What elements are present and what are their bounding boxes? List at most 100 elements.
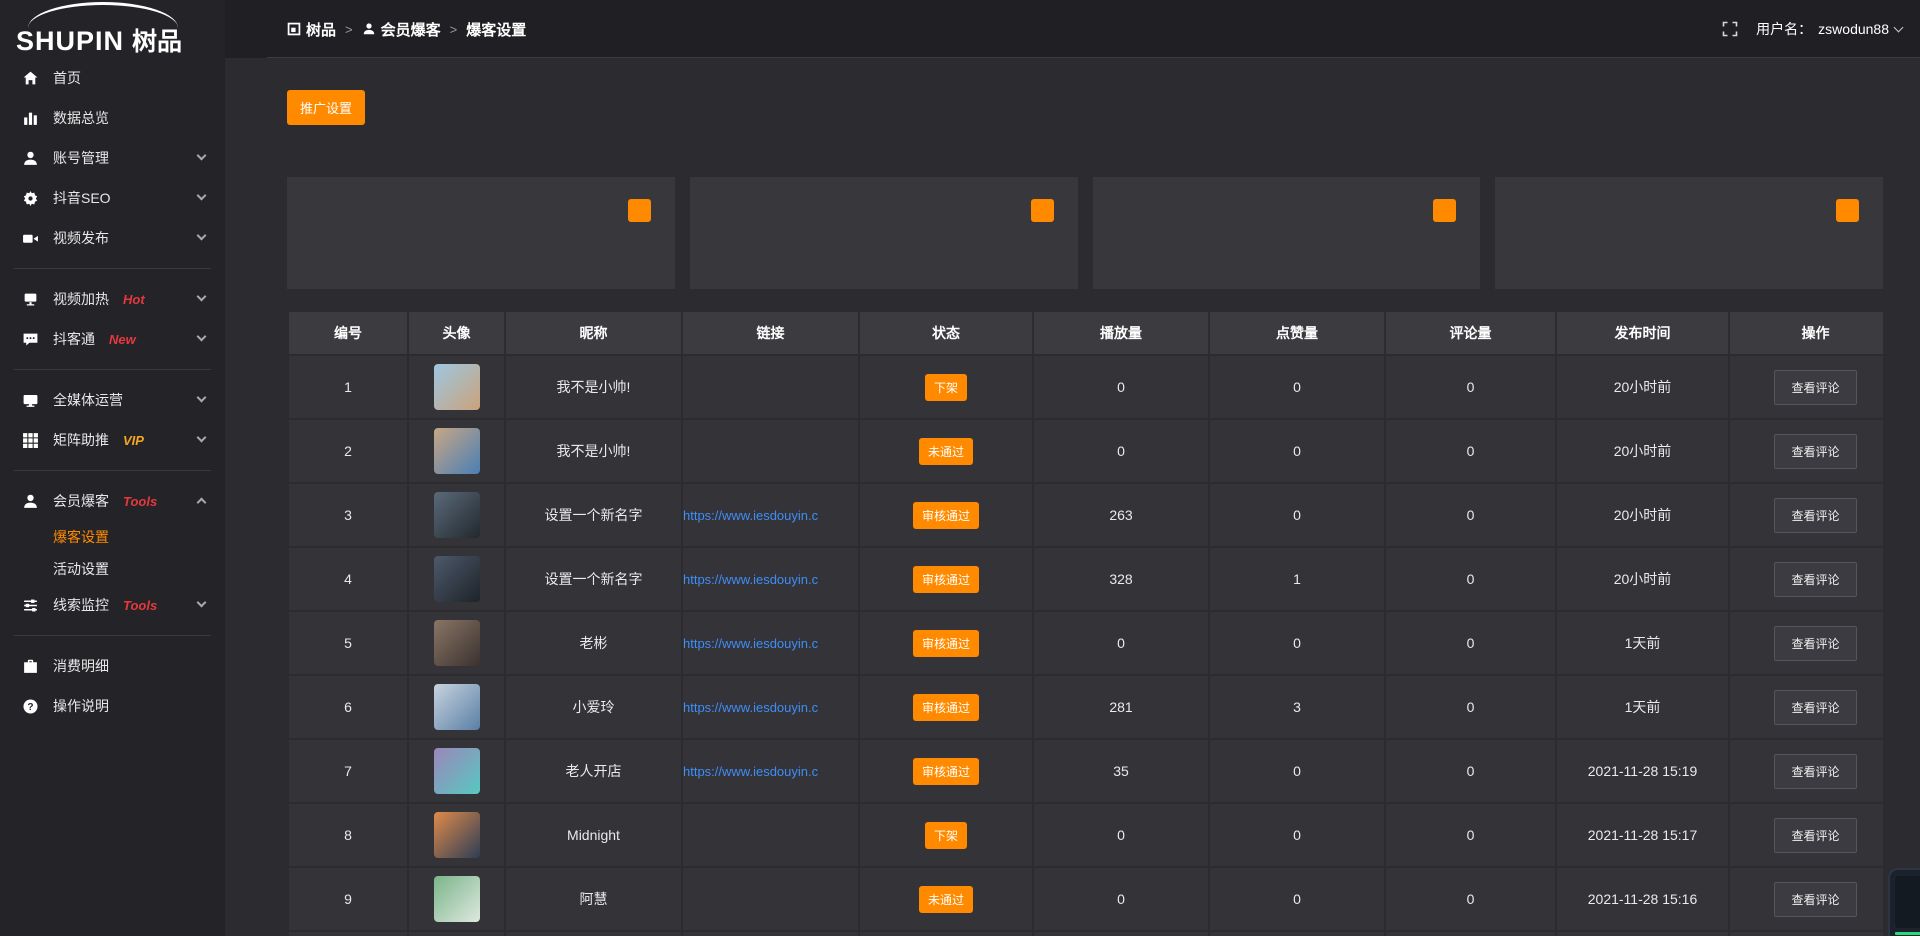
cell-empty <box>683 932 858 936</box>
stat-card-播放数 <box>287 177 675 289</box>
sidebar-divider <box>14 268 211 269</box>
cell-nickname: Midnight <box>506 804 681 866</box>
view-comments-button[interactable]: 查看评论 <box>1774 434 1856 469</box>
gear-icon <box>22 190 39 207</box>
promo-settings-button[interactable]: 推广设置 <box>287 90 365 125</box>
cell-avatar <box>409 612 504 674</box>
total-badge <box>628 199 651 222</box>
cell-comments: 0 <box>1386 484 1555 546</box>
cell-action: 查看评论 <box>1730 676 1883 738</box>
sidebar-item-操作说明[interactable]: ?操作说明 <box>0 686 225 726</box>
video-link[interactable]: https://www.iesdouyin.c <box>683 700 818 715</box>
sidebar-item-label: 首页 <box>53 68 81 88</box>
status-badge: 下架 <box>925 374 967 401</box>
sidebar-item-数据总览[interactable]: 数据总览 <box>0 98 225 138</box>
sidebar-item-抖音SEO[interactable]: 抖音SEO <box>0 178 225 218</box>
view-comments-button[interactable]: 查看评论 <box>1774 562 1856 597</box>
view-comments-button[interactable]: 查看评论 <box>1774 690 1856 725</box>
cell-action: 查看评论 <box>1730 356 1883 418</box>
cell-plays: 0 <box>1034 420 1208 482</box>
logo-arc <box>28 2 178 28</box>
sidebar-item-视频发布[interactable]: 视频发布 <box>0 218 225 258</box>
cell-avatar <box>409 484 504 546</box>
cell-link: https://www.iesdouyin.c <box>683 676 858 738</box>
grid-icon <box>22 432 39 449</box>
video-link[interactable]: https://www.iesdouyin.c <box>683 764 818 779</box>
floating-widget[interactable] <box>1888 868 1920 936</box>
sidebar-item-label: 操作说明 <box>53 696 109 716</box>
cell-avatar <box>409 804 504 866</box>
table-row: 4设置一个新名字https://www.iesdouyin.c审核通过32810… <box>289 548 1883 610</box>
sidebar-item-label: 矩阵助推 <box>53 430 109 450</box>
sidebar-item-会员爆客[interactable]: 会员爆客Tools <box>0 481 225 521</box>
sidebar-subitem-爆客设置[interactable]: 爆客设置 <box>0 521 225 553</box>
table-row: 9阿慧未通过0002021-11-28 15:16查看评论 <box>289 868 1883 930</box>
cell-nickname: 设置一个新名字 <box>506 548 681 610</box>
sidebar-item-消费明细[interactable]: 消费明细 <box>0 646 225 686</box>
cell-comments: 0 <box>1386 740 1555 802</box>
cell-avatar <box>409 356 504 418</box>
sidebar-item-首页[interactable]: 首页 <box>0 58 225 98</box>
cell-likes: 0 <box>1210 740 1384 802</box>
cell-time: 20小时前 <box>1557 548 1728 610</box>
cell-action: 查看评论 <box>1730 868 1883 930</box>
cell-plays: 281 <box>1034 676 1208 738</box>
view-comments-button[interactable]: 查看评论 <box>1774 370 1856 405</box>
avatar <box>434 492 480 538</box>
table-row: 2我不是小帅!未通过00020小时前查看评论 <box>289 420 1883 482</box>
topbar: 树品 > 会员爆客 > 爆客设置 用户名： zswodun88 <box>225 0 1920 58</box>
breadcrumb-label: 爆客设置 <box>466 19 526 40</box>
sidebar-subitem-活动设置[interactable]: 活动设置 <box>0 553 225 585</box>
cell-plays: 0 <box>1034 356 1208 418</box>
view-comments-button[interactable]: 查看评论 <box>1774 882 1856 917</box>
cell-plays: 263 <box>1034 484 1208 546</box>
chevron-up-icon <box>197 498 207 508</box>
wallet-icon <box>22 658 39 675</box>
sidebar-item-抖客通[interactable]: 抖客通New <box>0 319 225 359</box>
status-badge: 下架 <box>925 822 967 849</box>
breadcrumb-item-member[interactable]: 会员爆客 <box>362 19 441 40</box>
table-row: 1我不是小帅!下架00020小时前查看评论 <box>289 356 1883 418</box>
cell-avatar <box>409 868 504 930</box>
avatar <box>434 364 480 410</box>
sidebar-item-全媒体运营[interactable]: 全媒体运营 <box>0 380 225 420</box>
cell-nickname: 阿慧 <box>506 868 681 930</box>
cell-empty <box>409 932 504 936</box>
cell-id: 8 <box>289 804 407 866</box>
cell-link: https://www.iesdouyin.c <box>683 548 858 610</box>
cell-nickname: 老人开店 <box>506 740 681 802</box>
sidebar-item-badge: Hot <box>123 292 145 307</box>
sidebar-item-账号管理[interactable]: 账号管理 <box>0 138 225 178</box>
cell-id: 2 <box>289 420 407 482</box>
video-link[interactable]: https://www.iesdouyin.c <box>683 636 818 651</box>
sidebar-item-视频加热[interactable]: 视频加热Hot <box>0 279 225 319</box>
video-link[interactable]: https://www.iesdouyin.c <box>683 572 818 587</box>
video-link[interactable]: https://www.iesdouyin.c <box>683 508 818 523</box>
user-menu[interactable]: 用户名： zswodun88 <box>1756 19 1902 39</box>
brand-logo[interactable]: SHUPIN 树品 <box>0 0 225 50</box>
dashboard-icon <box>287 22 301 36</box>
stat-card-视频个数 <box>1495 177 1883 289</box>
chevron-down-icon <box>197 231 207 241</box>
cell-status: 未通过 <box>860 868 1032 930</box>
total-badge <box>1433 199 1456 222</box>
view-comments-button[interactable]: 查看评论 <box>1774 818 1856 853</box>
view-comments-button[interactable]: 查看评论 <box>1774 498 1856 533</box>
cell-link <box>683 804 858 866</box>
cell-id: 5 <box>289 612 407 674</box>
cell-empty <box>860 932 1032 936</box>
cell-avatar <box>409 420 504 482</box>
sidebar-item-label: 抖音SEO <box>53 188 111 208</box>
cell-likes: 0 <box>1210 868 1384 930</box>
cell-status: 审核通过 <box>860 612 1032 674</box>
sidebar-item-线索监控[interactable]: 线索监控Tools <box>0 585 225 625</box>
total-badge <box>1836 199 1859 222</box>
view-comments-button[interactable]: 查看评论 <box>1774 754 1856 789</box>
column-header-发布时间: 发布时间 <box>1557 312 1728 354</box>
fullscreen-icon[interactable] <box>1722 21 1738 37</box>
sidebar-item-矩阵助推[interactable]: 矩阵助推VIP <box>0 420 225 460</box>
avatar <box>434 748 480 794</box>
view-comments-button[interactable]: 查看评论 <box>1774 626 1856 661</box>
chevron-down-icon <box>197 433 207 443</box>
breadcrumb-item-home[interactable]: 树品 <box>287 19 336 40</box>
